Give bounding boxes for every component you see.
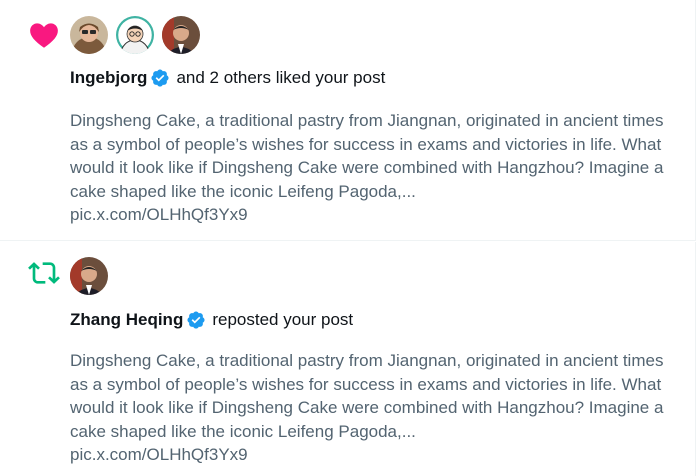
post-preview[interactable]: Dingsheng Cake, a traditional pastry fro… xyxy=(70,349,680,467)
user-name-link[interactable]: Ingebjorg xyxy=(70,67,147,89)
user-name-link[interactable]: Zhang Heqing xyxy=(70,309,183,331)
post-preview[interactable]: Dingsheng Cake, a traditional pastry fro… xyxy=(70,109,680,227)
action-text: and 2 others liked your post xyxy=(176,68,386,87)
notification-like[interactable]: Ingebjorg and 2 others liked your post D… xyxy=(0,0,696,241)
notification-repost[interactable]: Zhang Heqing reposted your post Dingshen… xyxy=(0,242,696,476)
avatar[interactable] xyxy=(70,257,108,295)
heart-icon xyxy=(28,19,60,51)
post-media-link[interactable]: pic.x.com/OLHhQf3Yx9 xyxy=(70,443,680,467)
post-media-link[interactable]: pic.x.com/OLHhQf3Yx9 xyxy=(70,203,680,227)
avatar[interactable] xyxy=(70,16,108,54)
verified-badge-icon xyxy=(186,310,206,330)
liker-avatars xyxy=(70,16,200,54)
notification-headline: Zhang Heqing reposted your post xyxy=(70,309,353,331)
post-text: Dingsheng Cake, a traditional pastry fro… xyxy=(70,351,664,441)
avatar[interactable] xyxy=(116,16,154,54)
action-text: reposted your post xyxy=(212,310,354,329)
avatar[interactable] xyxy=(162,16,200,54)
reposter-avatars xyxy=(70,257,108,295)
verified-badge-icon xyxy=(150,68,170,88)
post-text: Dingsheng Cake, a traditional pastry fro… xyxy=(70,111,664,201)
notification-headline: Ingebjorg and 2 others liked your post xyxy=(70,67,385,89)
repost-icon xyxy=(28,257,60,289)
